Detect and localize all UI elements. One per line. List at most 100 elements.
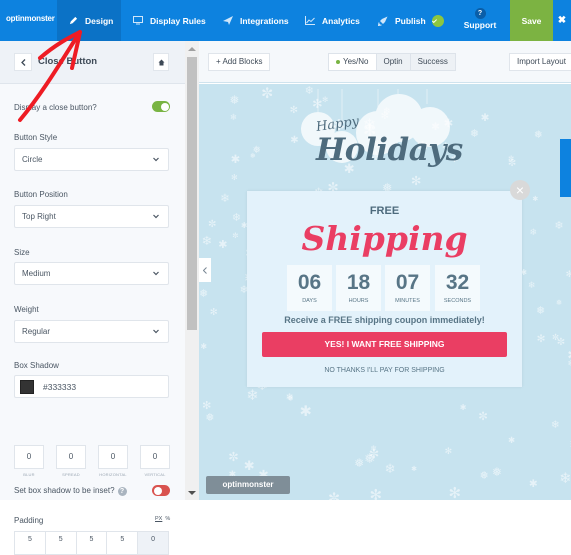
snowflake-icon: ❅ [252, 145, 261, 157]
vertical-label: VERTICAL [144, 472, 166, 477]
padding-bottom-input[interactable]: 5 [77, 532, 108, 554]
add-blocks-button[interactable]: + Add Blocks [208, 53, 271, 71]
padding-link-input[interactable]: 0 [138, 532, 168, 554]
back-button[interactable] [14, 53, 32, 71]
chevron-left-icon [20, 58, 25, 66]
panel-header: Close Button [0, 41, 185, 84]
nav-integrations[interactable]: Integrations [223, 0, 289, 41]
nav-design[interactable]: Design [57, 0, 121, 41]
nav-publish[interactable]: Publish [378, 0, 444, 41]
snowflake-icon: ✱ [480, 111, 490, 124]
nav-support[interactable]: ? Support [460, 8, 500, 30]
snowflake-icon: ❄ [559, 470, 571, 487]
pencil-icon [69, 16, 78, 25]
size-select[interactable]: Medium [14, 262, 169, 285]
snowflake-icon: ❄ [384, 461, 396, 477]
box-shadow-color-value: #333333 [43, 382, 77, 392]
blur-input[interactable]: 0 [14, 445, 44, 469]
holiday-header: Happy Holidays [294, 89, 474, 189]
view-yes-no-label: Yes/No [343, 57, 369, 66]
spread-input[interactable]: 0 [56, 445, 86, 469]
button-position-select[interactable]: Top Right [14, 205, 169, 228]
popup-close-icon[interactable]: × [510, 180, 530, 200]
home-icon [158, 59, 164, 65]
nav-display-rules[interactable]: Display Rules [133, 0, 206, 41]
side-feedback-tab[interactable] [560, 139, 571, 197]
snowflake-icon: ✱ [200, 341, 207, 351]
unit-px-toggle[interactable]: PX [155, 516, 162, 522]
panel-scrollbar[interactable] [185, 41, 199, 500]
nav-integrations-label: Integrations [240, 15, 289, 26]
nav-support-label: Support [463, 20, 497, 30]
cta-button[interactable]: YES! I WANT FREE SHIPPING [262, 332, 507, 357]
optinmonster-logo[interactable]: optinmonster [6, 14, 55, 23]
home-button[interactable] [153, 53, 169, 71]
padding-top-input[interactable]: 5 [15, 532, 46, 554]
inset-toggle[interactable] [152, 485, 170, 496]
canvas-toolbar: + Add Blocks Yes/No Optin Success Import… [199, 41, 571, 83]
button-style-select[interactable]: Circle [14, 148, 169, 171]
box-shadow-color-field[interactable]: #333333 [14, 375, 169, 398]
snowflake-icon: ✼ [228, 449, 239, 464]
snowflake-icon: ❄ [229, 112, 238, 123]
horizontal-input[interactable]: 0 [98, 445, 128, 469]
inset-label-row: Set box shadow to be inset?? [14, 486, 127, 496]
decline-link[interactable]: NO THANKS I'LL PAY FOR SHIPPING [247, 367, 522, 374]
countdown-days-label: DAYS [302, 298, 317, 304]
help-icon[interactable]: ? [117, 487, 127, 496]
panel-title: Close Button [38, 56, 98, 67]
countdown-hours-label: HOURS [348, 298, 369, 304]
unit-percent-toggle[interactable]: % [165, 516, 170, 522]
color-swatch[interactable] [20, 380, 34, 394]
snowflake-icon: ❅ [555, 298, 563, 307]
padding-units: PX% [155, 516, 170, 522]
countdown-days-value: 06 [297, 271, 322, 294]
active-dot-icon [336, 59, 340, 64]
scroll-thumb[interactable] [187, 57, 197, 330]
padding-left-input[interactable]: 5 [107, 532, 139, 554]
countdown-minutes-label: MINUTES [395, 298, 420, 304]
scroll-up-arrow[interactable] [188, 47, 196, 51]
close-builder-icon[interactable]: ✖ [553, 0, 571, 41]
optinmonster-badge[interactable]: optinmonster [206, 476, 290, 494]
size-value: Medium [22, 269, 51, 278]
spread-label: SPREAD [62, 472, 80, 477]
snowflake-icon: ❅ [533, 128, 543, 141]
view-success[interactable]: Success [410, 54, 455, 70]
snowflake-icon: ❄ [550, 418, 560, 431]
padding-right-input[interactable]: 5 [46, 532, 77, 554]
view-yes-no[interactable]: Yes/No [329, 54, 377, 70]
weight-select[interactable]: Regular [14, 320, 169, 343]
snowflake-icon: ✼ [478, 411, 488, 424]
collapse-panel-button[interactable] [199, 258, 211, 282]
save-button[interactable]: Save [510, 0, 553, 41]
button-position-label: Button Position [14, 190, 68, 199]
scroll-down-arrow[interactable] [188, 491, 196, 495]
horizontal-label: HORIZONTAL [99, 472, 127, 477]
snowflake-icon: ✻ [565, 269, 571, 280]
chevron-down-icon [153, 157, 159, 162]
import-layout-button[interactable]: Import Layout [509, 53, 571, 71]
snowflake-icon: ❄ [370, 444, 377, 454]
optin-popup: FREE Shipping 06 DAYS 18 HOURS 07 MINUTE… [247, 191, 522, 387]
snowflake-icon: ✱ [243, 457, 255, 473]
snowflake-icon: ❅ [479, 469, 489, 482]
countdown-hours-value: 18 [346, 271, 371, 294]
countdown-seconds-label: SECONDS [443, 298, 472, 304]
display-close-toggle[interactable] [152, 101, 170, 112]
button-position-value: Top Right [22, 212, 56, 221]
settings-panel: Close Button Display a close button? But… [0, 41, 185, 555]
view-optin[interactable]: Optin [376, 54, 411, 70]
countdown-seconds-value: 32 [445, 271, 470, 294]
snowflake-icon: ❅ [491, 464, 502, 479]
snowflake-icon: ✻ [369, 487, 383, 500]
snowflake-icon: ❄ [231, 211, 241, 224]
snowflake-icon: ✻ [231, 172, 238, 182]
help-icon: ? [474, 8, 486, 19]
chevron-down-icon [153, 214, 159, 219]
nav-analytics[interactable]: Analytics [305, 0, 360, 41]
vertical-input[interactable]: 0 [140, 445, 170, 469]
snowflake-icon: ❅ [199, 287, 209, 300]
snowflake-icon: ❄ [529, 227, 538, 238]
snowflake-icon: ✱ [411, 465, 418, 474]
